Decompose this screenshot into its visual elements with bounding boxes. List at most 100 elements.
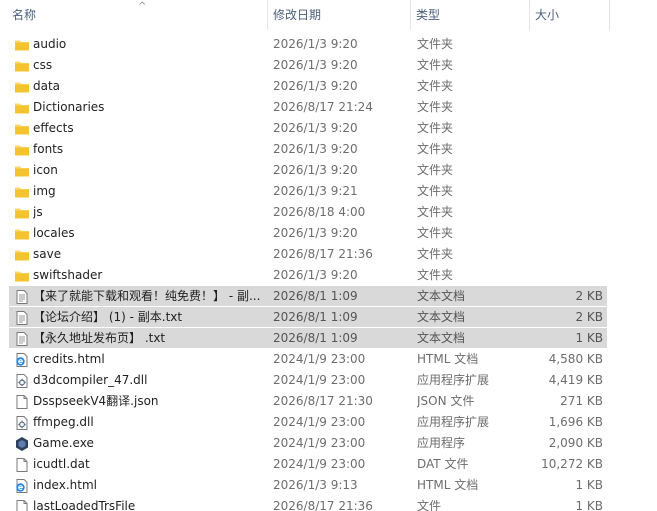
column-header-name[interactable]: 名称 ^ [7,0,268,30]
text-file-icon [14,310,30,326]
column-header-size[interactable]: 大小 [530,0,610,30]
file-modified-date: 2026/1/3 9:20 [273,58,358,72]
file-size: 4,419 KB [548,373,603,387]
file-name: icon [33,163,58,177]
file-row[interactable]: fonts 2026/1/3 9:20 文件夹 [0,139,657,160]
file-modified-date: 2026/1/3 9:20 [273,142,358,156]
file-row[interactable]: 【论坛介绍】 (1) - 副本.txt 2026/8/1 1:09 文本文档 2 KB [0,307,657,328]
file-explorer-list: 名称 ^ 修改日期 类型 大小 audio 2026/1/3 9:20 文件夹 css… [0,0,657,511]
folder-icon [14,121,30,137]
file-modified-date: 2024/1/9 23:00 [273,436,366,450]
file-name: 【来了就能下载和观看！纯免费！】 - 副... [33,289,261,303]
file-row[interactable]: icudtl.dat 2024/1/9 23:00 DAT 文件 10,272 KB [0,454,657,475]
file-row[interactable]: Dictionaries 2026/8/17 21:24 文件夹 [0,97,657,118]
file-name: fonts [33,142,64,156]
file-modified-date: 2026/1/3 9:20 [273,37,358,51]
column-header-modified[interactable]: 修改日期 [268,0,411,30]
folder-icon [14,100,30,116]
file-row[interactable]: img 2026/1/3 9:21 文件夹 [0,181,657,202]
file-name: DsspseekV4翻译.json [33,394,159,408]
text-file-icon [14,289,30,305]
file-list: audio 2026/1/3 9:20 文件夹 css 2026/1/3 9:20 文件夹… [0,34,657,511]
file-name: audio [33,37,67,51]
file-row[interactable]: lastLoadedTrsFile 2026/8/17 21:36 文件 1 KB [0,496,657,511]
file-row[interactable]: d3dcompiler_47.dll 2024/1/9 23:00 应用程序扩展 4,… [0,370,657,391]
file-size [500,118,603,139]
file-name: Game.exe [33,436,94,450]
file-modified-date: 2026/1/3 9:21 [273,184,358,198]
file-name: save [33,247,62,261]
column-header-type-label: 类型 [416,8,441,22]
column-header-size-label: 大小 [535,8,560,22]
file-size [500,160,603,181]
file-size [500,76,603,97]
file-row[interactable]: DsspseekV4翻译.json 2026/8/17 21:30 JSON 文件 2… [0,391,657,412]
file-size: 2 KB [575,289,603,303]
file-size [500,181,603,202]
sort-ascending-icon: ^ [138,1,147,12]
file-name: index.html [33,478,97,492]
column-header-bar: 名称 ^ 修改日期 类型 大小 [0,0,657,30]
file-modified-date: 2026/1/3 9:13 [273,478,358,492]
file-row[interactable]: js 2026/8/18 4:00 文件夹 [0,202,657,223]
file-name: effects [33,121,74,135]
file-row[interactable]: audio 2026/1/3 9:20 文件夹 [0,34,657,55]
file-name: 【永久地址发布页】 .txt [33,331,166,345]
file-row[interactable]: Game.exe 2024/1/9 23:00 应用程序 2,090 KB [0,433,657,454]
file-row[interactable]: 【永久地址发布页】 .txt 2026/8/1 1:09 文本文档 1 KB [0,328,657,349]
file-name: ffmpeg.dll [33,415,94,429]
file-modified-date: 2026/8/17 21:24 [273,100,373,114]
file-row[interactable]: credits.html 2024/1/9 23:00 HTML 文档 4,580 K… [0,349,657,370]
file-row[interactable]: css 2026/1/3 9:20 文件夹 [0,55,657,76]
file-row[interactable]: effects 2026/1/3 9:20 文件夹 [0,118,657,139]
folder-icon [14,226,30,242]
file-name: Dictionaries [33,100,105,114]
html-file-icon [14,478,30,494]
file-name: credits.html [33,352,105,366]
file-row[interactable]: locales 2026/1/3 9:20 文件夹 [0,223,657,244]
file-row[interactable]: save 2026/8/17 21:36 文件夹 [0,244,657,265]
folder-icon [14,37,30,53]
file-modified-date: 2026/1/3 9:20 [273,121,358,135]
column-header-modified-label: 修改日期 [273,8,322,22]
file-size [500,244,603,265]
file-row[interactable]: swiftshader 2026/1/3 9:20 文件夹 [0,265,657,286]
file-name: lastLoadedTrsFile [33,499,136,511]
folder-icon [14,79,30,95]
file-size: 4,580 KB [548,352,603,366]
blank-file-icon [14,394,30,410]
file-size [500,139,603,160]
file-name: img [33,184,56,198]
file-row[interactable]: icon 2026/1/3 9:20 文件夹 [0,160,657,181]
file-size [500,34,603,55]
dll-file-icon [14,373,30,389]
file-size: 1 KB [575,499,603,511]
file-row[interactable]: index.html 2026/1/3 9:13 HTML 文档 1 KB [0,475,657,496]
folder-icon [14,268,30,284]
folder-icon [14,142,30,158]
file-row[interactable]: data 2026/1/3 9:20 文件夹 [0,76,657,97]
file-size [500,265,603,286]
file-name: icudtl.dat [33,457,90,471]
file-modified-date: 2026/1/3 9:20 [273,79,358,93]
file-modified-date: 2024/1/9 23:00 [273,352,366,366]
file-modified-date: 2026/8/17 21:36 [273,247,373,261]
column-header-name-label: 名称 [12,8,37,22]
file-modified-date: 2026/8/1 1:09 [273,310,358,324]
file-modified-date: 2026/8/1 1:09 [273,331,358,345]
file-modified-date: 2026/8/17 21:30 [273,394,373,408]
file-size: 10,272 KB [541,457,603,471]
file-modified-date: 2026/8/18 4:00 [273,205,366,219]
column-header-type[interactable]: 类型 [411,0,530,30]
file-row[interactable]: 【来了就能下载和观看！纯免费！】 - 副... 2026/8/1 1:09 文本文档… [0,286,657,307]
file-size: 1 KB [575,331,603,345]
file-row[interactable]: ffmpeg.dll 2024/1/9 23:00 应用程序扩展 1,696 KB [0,412,657,433]
file-size [500,55,603,76]
folder-icon [14,205,30,221]
file-modified-date: 2026/8/1 1:09 [273,289,358,303]
dll-file-icon [14,415,30,431]
file-name: css [33,58,53,72]
file-modified-date: 2026/1/3 9:20 [273,226,358,240]
folder-icon [14,247,30,263]
folder-icon [14,184,30,200]
